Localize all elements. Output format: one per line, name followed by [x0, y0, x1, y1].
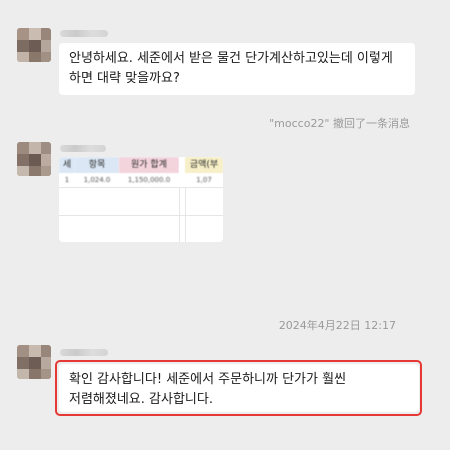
sender-name-blurred [60, 145, 106, 152]
recall-notice: "mocco22" 撤回了一条消息 [269, 117, 410, 130]
sheet-cell: 1,07 [196, 176, 212, 184]
avatar[interactable] [17, 28, 51, 62]
message-text: 안녕하세요. 세준에서 받은 물건 단가계산하고있는데 이렇게 하면 대략 맞을… [69, 51, 397, 86]
timestamp: 2024年4月22日 12:17 [278, 319, 396, 332]
sheet-gridline [179, 187, 180, 242]
sheet-gridline [59, 215, 223, 216]
sheet-data-row: 1 1,024.0 1,150,000.0 1,07 [59, 173, 223, 187]
sheet-header-cell: 세 [59, 157, 75, 173]
sheet-cell: 1 [64, 176, 70, 184]
sheet-cell: 1,024.0 [83, 176, 111, 184]
sheet-gridline [59, 187, 223, 188]
sheet-gridline [185, 187, 186, 242]
avatar[interactable] [17, 345, 51, 379]
sheet-header-cell: 금액(부 [185, 157, 223, 173]
sheet-header-cell: 원가 합계 [119, 157, 179, 173]
sheet-header-row: 세 항목 원가 합계 금액(부 [59, 157, 223, 173]
sheet-header-cell: 항목 [75, 157, 119, 173]
spreadsheet-image[interactable]: 세 항목 원가 합계 금액(부 1 1,024.0 1,150,000.0 1,… [59, 157, 223, 242]
message-bubble[interactable]: 안녕하세요. 세준에서 받은 물건 단가계산하고있는데 이렇게 하면 대략 맞을… [59, 43, 415, 95]
avatar[interactable] [17, 142, 51, 176]
sender-name-blurred [60, 30, 108, 37]
sheet-cell: 1,150,000.0 [127, 176, 171, 184]
sender-name-blurred [60, 349, 108, 356]
highlight-box [55, 360, 422, 416]
